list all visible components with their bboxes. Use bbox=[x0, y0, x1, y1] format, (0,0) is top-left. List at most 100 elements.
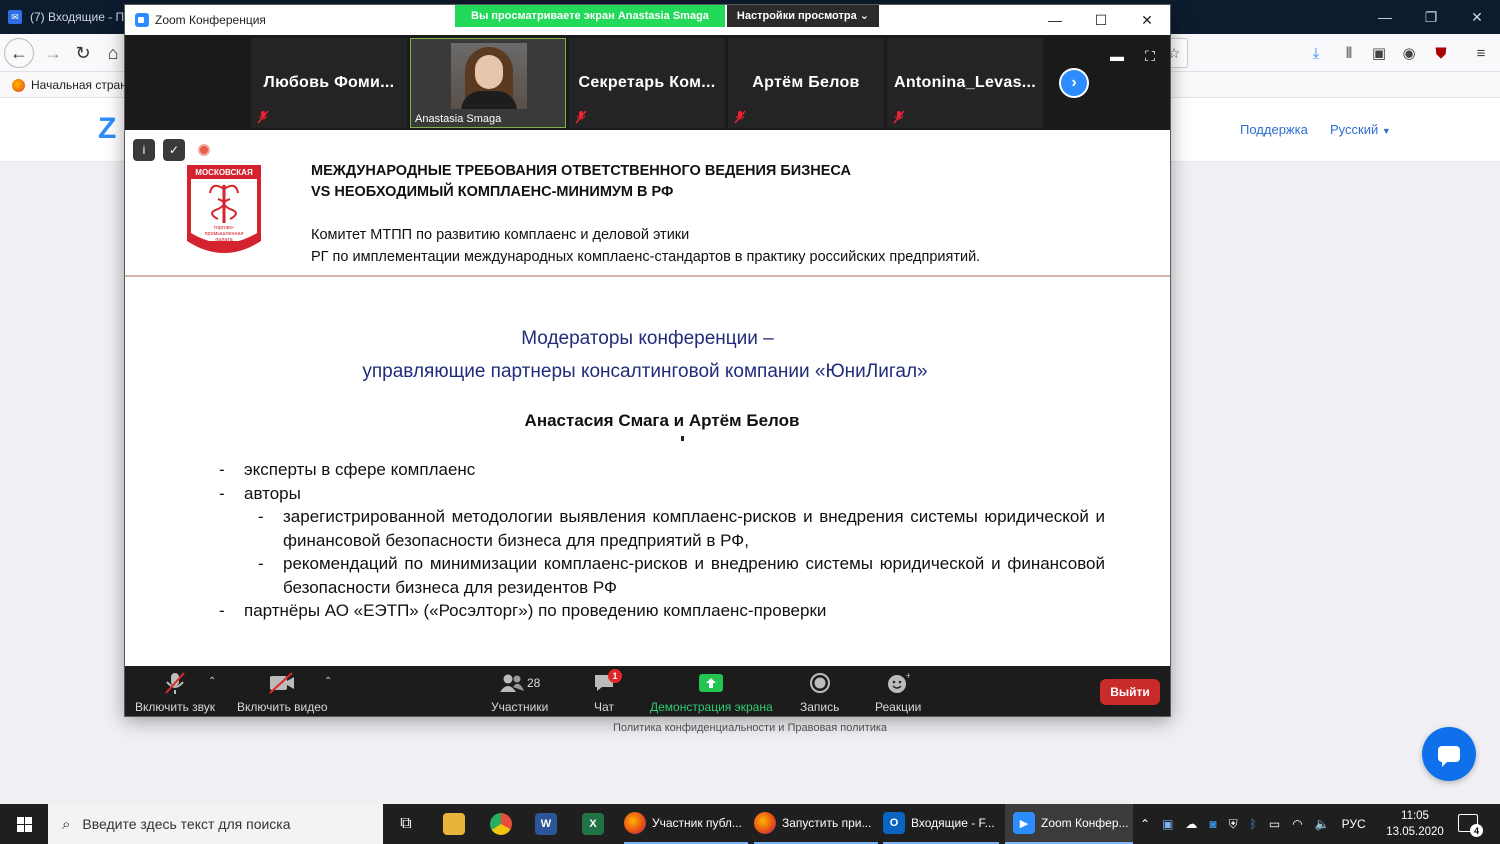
support-link[interactable]: Поддержка bbox=[1240, 122, 1308, 137]
list-item: - партнёры АО «ЕЭТП» («Росэлторг») по про… bbox=[219, 599, 1105, 623]
bluetooth-icon[interactable]: ᛒ bbox=[1250, 817, 1257, 831]
participants-button[interactable]: 28 Участники bbox=[491, 670, 548, 714]
participants-label: Участники bbox=[491, 700, 549, 714]
participants-icon bbox=[499, 674, 524, 692]
taskbar-app-zoom[interactable]: ▶ Zoom Конфер... bbox=[1005, 804, 1133, 844]
language-link[interactable]: Русский ▼ bbox=[1330, 122, 1391, 137]
browser-window-controls: — ❐ ✕ bbox=[1362, 0, 1500, 34]
participant-tile[interactable]: Любовь Фоми... bbox=[251, 38, 407, 128]
participant-name: Артём Белов bbox=[752, 74, 860, 91]
leave-button[interactable]: Выйти bbox=[1100, 679, 1160, 705]
close-icon[interactable]: ✕ bbox=[1454, 0, 1500, 34]
defender-icon[interactable]: ⛨ bbox=[1229, 817, 1238, 832]
library-icon[interactable]: ⫴ bbox=[1338, 42, 1360, 64]
support-chat-button[interactable] bbox=[1422, 727, 1476, 781]
chrome-icon[interactable] bbox=[490, 804, 512, 844]
action-center-icon[interactable]: 4 bbox=[1458, 814, 1483, 837]
security-shield-icon[interactable]: ✓ bbox=[163, 139, 185, 161]
search-icon: ⌕ bbox=[62, 815, 71, 833]
mouse-cursor bbox=[681, 436, 684, 441]
video-options-caret-icon[interactable]: ⌃ bbox=[324, 676, 332, 687]
record-button[interactable]: Запись bbox=[800, 670, 839, 714]
svg-text:+: + bbox=[905, 672, 910, 680]
bullet-dash: - bbox=[219, 460, 225, 479]
fullscreen-icon[interactable]: ⛶ bbox=[1141, 47, 1159, 65]
browser-tab-mail[interactable]: ✉ (7) Входящие - По bbox=[0, 0, 128, 34]
bookmark-home[interactable]: Начальная стран bbox=[12, 78, 127, 92]
word-icon[interactable]: W bbox=[535, 804, 557, 844]
bookmark-label: Начальная стран bbox=[31, 78, 127, 92]
caret-down-icon: ▼ bbox=[1381, 126, 1391, 136]
unmute-button[interactable]: Включить звук bbox=[135, 670, 215, 714]
cloud-icon[interactable]: ☁ bbox=[1185, 817, 1197, 831]
menu-icon[interactable]: ≡ bbox=[1470, 42, 1492, 64]
start-video-button[interactable]: Включить видео bbox=[237, 670, 328, 714]
restore-icon[interactable]: ❐ bbox=[1408, 0, 1454, 34]
recording-icon[interactable] bbox=[193, 139, 215, 161]
back-arrow-icon[interactable]: ← bbox=[4, 38, 34, 68]
speakers-names: Анастасия Смага и Артём Белов bbox=[524, 411, 800, 430]
next-page-arrow-icon[interactable]: › bbox=[1059, 68, 1089, 98]
zoom-window-title: Zoom Конференция bbox=[155, 13, 266, 27]
audio-options-caret-icon[interactable]: ⌃ bbox=[208, 676, 216, 687]
participant-tile-video[interactable]: Anastasia Smaga bbox=[410, 38, 566, 128]
language-label: Русский bbox=[1330, 122, 1379, 137]
taskbar-app-firefox-2[interactable]: Запустить при... bbox=[754, 804, 878, 844]
maximize-icon[interactable]: ☐ bbox=[1078, 5, 1124, 35]
outlook-icon: O bbox=[883, 812, 905, 834]
chevron-down-icon: ⌄ bbox=[859, 10, 870, 22]
search-placeholder: Введите здесь текст для поиска bbox=[82, 816, 291, 832]
close-icon[interactable]: ✕ bbox=[1124, 5, 1170, 35]
volume-icon[interactable]: 🔈 bbox=[1315, 817, 1330, 831]
taskbar-search-input[interactable]: ⌕ Введите здесь текст для поиска bbox=[48, 804, 383, 844]
start-video-label: Включить видео bbox=[237, 700, 328, 714]
taskbar-app-outlook[interactable]: O Входящие - F... bbox=[883, 804, 999, 844]
zoom-tray-icon[interactable]: ▣ bbox=[1162, 817, 1173, 831]
ublock-icon[interactable]: ⛊ bbox=[1430, 42, 1452, 64]
chat-bubble-icon bbox=[1438, 746, 1460, 767]
taskbar-app-label: Участник публ... bbox=[652, 816, 742, 830]
task-view-icon[interactable]: ⧉ bbox=[396, 804, 416, 844]
participant-tile[interactable]: Секретарь Ком... bbox=[569, 38, 725, 128]
downloads-icon[interactable]: ⤓ bbox=[1305, 42, 1327, 64]
file-explorer-icon[interactable] bbox=[443, 804, 465, 844]
minimize-icon[interactable]: — bbox=[1032, 5, 1078, 35]
unmute-label: Включить звук bbox=[135, 700, 216, 714]
info-icon[interactable]: i bbox=[133, 139, 155, 161]
battery-icon[interactable]: ▭ bbox=[1269, 817, 1280, 831]
tray-expand-icon[interactable]: ⌃ bbox=[1140, 817, 1150, 831]
mail-icon: ✉ bbox=[8, 10, 22, 24]
forward-arrow-icon[interactable]: → bbox=[38, 39, 68, 67]
participant-tile[interactable]: Antonina_Levas... bbox=[887, 38, 1043, 128]
view-settings-button[interactable]: Настройки просмотра ⌄ bbox=[726, 5, 880, 27]
video-face bbox=[475, 55, 503, 89]
onedrive-icon[interactable]: ◙ bbox=[1209, 817, 1216, 831]
site-logo[interactable]: Z bbox=[98, 112, 116, 146]
minimize-icon[interactable]: — bbox=[1362, 0, 1408, 34]
reactions-button[interactable]: + Реакции bbox=[875, 670, 921, 714]
slide-title-line: VS НЕОБХОДИМЫЙ КОМПЛАЕНС-МИНИМУМ В РФ bbox=[311, 184, 674, 200]
sidebar-icon[interactable]: ▣ bbox=[1368, 42, 1390, 64]
start-button[interactable] bbox=[0, 804, 48, 844]
taskbar-app-label: Входящие - F... bbox=[911, 816, 995, 830]
reload-icon[interactable]: ↻ bbox=[68, 39, 98, 67]
muted-mic-icon bbox=[734, 110, 746, 124]
input-language[interactable]: РУС bbox=[1342, 817, 1366, 831]
wifi-icon[interactable]: ◠ bbox=[1292, 817, 1302, 831]
privacy-link[interactable]: Политика конфиденциальности и Правовая п… bbox=[0, 722, 1500, 734]
slide-subtitle-line: РГ по имплементации международных компла… bbox=[311, 249, 981, 265]
taskbar-clock[interactable]: 11:05 13.05.2020 bbox=[1386, 808, 1444, 840]
hide-strip-icon[interactable]: ▬ bbox=[1108, 47, 1126, 65]
windows-logo-icon bbox=[16, 816, 32, 832]
zoom-titlebar[interactable]: Zoom Конференция Вы просматриваете экран… bbox=[125, 5, 1170, 35]
slide-subtitle: Комитет МТПП по развитию комплаенс и дел… bbox=[311, 224, 980, 268]
excel-icon[interactable]: X bbox=[582, 804, 604, 844]
participant-name: Antonina_Levas... bbox=[893, 74, 1037, 91]
account-icon[interactable]: ◉ bbox=[1398, 42, 1420, 64]
share-screen-button[interactable]: Демонстрация экрана bbox=[650, 670, 773, 714]
bullet-dash: - bbox=[258, 554, 264, 573]
taskbar-app-firefox-1[interactable]: Участник публ... bbox=[624, 804, 748, 844]
bullet-text: партнёры АО «ЕЭТП» («Росэлторг») по пров… bbox=[244, 601, 827, 620]
bullet-text: зарегистрированной методологии выявления… bbox=[283, 507, 1105, 550]
participant-tile[interactable]: Артём Белов bbox=[728, 38, 884, 128]
